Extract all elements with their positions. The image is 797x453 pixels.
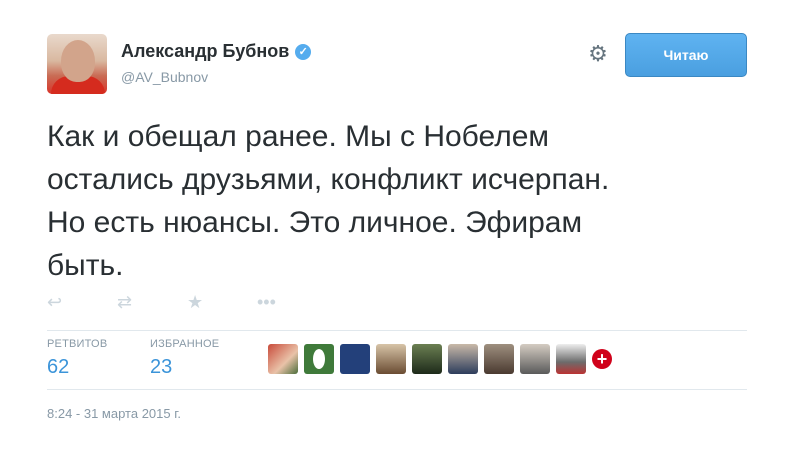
display-name[interactable]: Александр Бубнов (121, 41, 289, 62)
author-handle[interactable]: @AV_Bubnov (121, 69, 208, 85)
tweet-actions: ↩ ⇄ ★ ••• (47, 292, 327, 313)
favorited-by-avatars: + (268, 344, 612, 374)
favorites-label: ИЗБРАННОЕ (150, 338, 220, 350)
retweet-icon[interactable]: ⇄ (117, 292, 187, 313)
author-avatar[interactable] (47, 34, 107, 94)
divider-top (47, 330, 747, 331)
tweet-text: Как и обещал ранее. Мы с Нобелем осталис… (47, 120, 610, 282)
favorited-avatar[interactable] (520, 344, 550, 374)
favorites-stat[interactable]: ИЗБРАННОЕ 23 (150, 338, 219, 379)
favorited-avatar[interactable] (484, 344, 514, 374)
gear-icon[interactable]: ⚙ (586, 42, 610, 66)
verified-badge-icon: ✓ (295, 43, 312, 60)
favorited-avatar[interactable] (412, 344, 442, 374)
favorited-avatar[interactable] (268, 344, 298, 374)
divider-bottom (47, 389, 747, 390)
red-cross-icon[interactable]: + (592, 349, 612, 369)
avatar-face (61, 40, 95, 82)
retweets-label: РЕТВИТОВ (47, 338, 108, 350)
favorited-avatar[interactable] (556, 344, 586, 374)
favorites-count: 23 (150, 356, 173, 378)
reply-icon[interactable]: ↩ (47, 292, 117, 313)
author-name-row: Александр Бубнов ✓ (121, 41, 312, 62)
favorited-avatar[interactable] (340, 344, 370, 374)
retweets-count: 62 (47, 356, 70, 378)
favorite-icon[interactable]: ★ (187, 292, 257, 313)
following-button[interactable]: Читаю (625, 33, 747, 77)
more-icon[interactable]: ••• (257, 292, 327, 313)
retweets-stat[interactable]: РЕТВИТОВ 62 (47, 338, 107, 379)
tweet-timestamp[interactable]: 8:24 - 31 марта 2015 г. (47, 406, 181, 421)
favorited-avatar[interactable] (376, 344, 406, 374)
favorited-avatar[interactable] (448, 344, 478, 374)
favorited-avatar[interactable] (304, 344, 334, 374)
